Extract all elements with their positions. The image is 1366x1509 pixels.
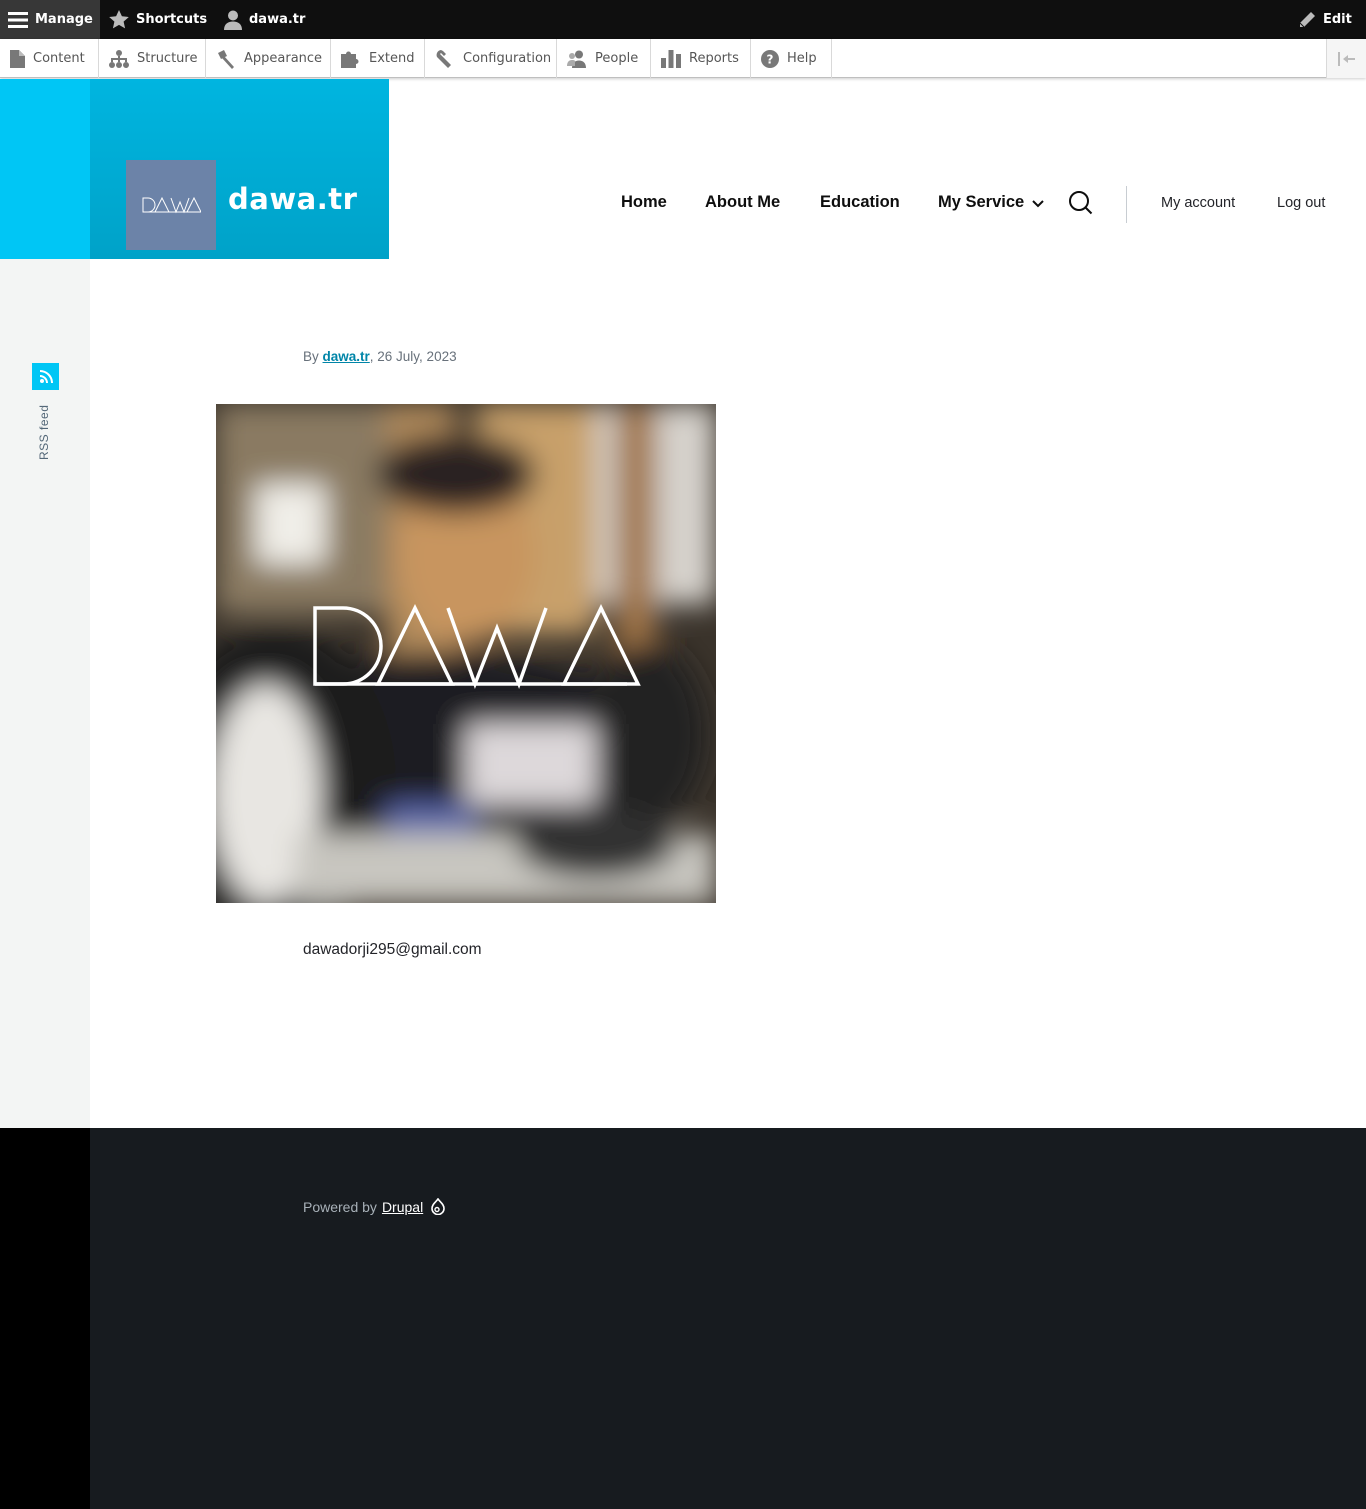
star-icon: [109, 10, 129, 29]
log-out-link[interactable]: Log out: [1277, 195, 1325, 211]
nav-my-service[interactable]: My Service: [938, 193, 1024, 212]
tray-item-extend[interactable]: Extend: [331, 39, 425, 78]
branding-bar: [0, 79, 90, 259]
hamburger-icon: [8, 11, 28, 28]
powered-by-label: Powered by: [303, 1198, 377, 1215]
sitemap-icon: [109, 49, 129, 68]
admin-toolbar: Manage Shortcuts dawa.tr Edit: [0, 0, 1366, 39]
help-icon: ?: [761, 49, 779, 68]
tray-item-structure[interactable]: Structure: [99, 39, 206, 78]
tray-label: Content: [33, 51, 85, 66]
my-account-link[interactable]: My account: [1161, 195, 1235, 211]
nav-about-me[interactable]: About Me: [705, 193, 780, 212]
site-name[interactable]: dawa.tr: [228, 182, 357, 216]
svg-text:?: ?: [767, 52, 774, 66]
tray-label: People: [595, 51, 639, 66]
wrench-icon: [436, 49, 451, 68]
article-date: , 26 July, 2023: [369, 349, 457, 364]
powered-by: Powered by Drupal: [303, 1198, 445, 1215]
nav-divider: [1126, 186, 1127, 223]
tray-label: Extend: [369, 51, 415, 66]
footer-gutter: [0, 1128, 90, 1509]
tray-item-help[interactable]: ? Help: [751, 39, 832, 78]
tray-orientation-toggle[interactable]: [1326, 39, 1366, 78]
by-label: By: [303, 349, 323, 364]
tray-label: Help: [787, 51, 817, 66]
user-tab[interactable]: dawa.tr: [224, 0, 305, 39]
admin-tray: Content Structure Appearance Extend Conf…: [0, 39, 1366, 78]
dawa-logo-icon: [142, 196, 201, 214]
people-icon: [567, 50, 586, 68]
tray-item-appearance[interactable]: Appearance: [206, 39, 331, 78]
nav-education[interactable]: Education: [820, 193, 900, 212]
puzzle-icon: [341, 51, 359, 68]
user-icon: [224, 10, 242, 30]
tray-label: Appearance: [244, 51, 323, 66]
collapse-arrow-icon: [1337, 51, 1355, 66]
shortcuts-label: Shortcuts: [136, 12, 208, 27]
manage-tab[interactable]: Manage: [0, 0, 100, 39]
article-meta: By dawa.tr, 26 July, 2023: [303, 349, 457, 364]
pencil-icon: [1299, 11, 1315, 27]
rss-feed-label[interactable]: RSS feed: [37, 405, 51, 460]
edit-label: Edit: [1323, 12, 1352, 27]
shortcuts-tab[interactable]: Shortcuts: [109, 0, 207, 39]
drupal-link[interactable]: Drupal: [382, 1199, 423, 1215]
site-footer: Powered by Drupal: [90, 1128, 1366, 1509]
rss-icon: [39, 369, 53, 383]
search-icon[interactable]: [1068, 190, 1094, 216]
tray-label: Structure: [137, 51, 198, 66]
nav-home[interactable]: Home: [621, 193, 667, 212]
tray-label: Reports: [689, 51, 739, 66]
site-branding: dawa.tr: [90, 79, 389, 259]
edit-toggle-button[interactable]: Edit: [1298, 0, 1352, 39]
contact-email: dawadorji295@gmail.com: [303, 941, 482, 958]
drupal-drop-icon: [431, 1198, 445, 1215]
user-label: dawa.tr: [249, 12, 306, 27]
chevron-down-icon[interactable]: [1032, 200, 1044, 208]
rss-feed-button[interactable]: [32, 363, 59, 390]
tray-item-people[interactable]: People: [557, 39, 651, 78]
bar-chart-icon: [661, 49, 681, 68]
tray-item-content[interactable]: Content: [0, 39, 99, 78]
article-image: [216, 404, 716, 903]
file-icon: [10, 49, 25, 68]
site-logo[interactable]: [126, 160, 216, 250]
tray-item-reports[interactable]: Reports: [651, 39, 751, 78]
tray-label: Configuration: [463, 51, 552, 66]
paintbrush-icon: [218, 49, 234, 69]
author-link[interactable]: dawa.tr: [323, 349, 370, 364]
manage-label: Manage: [35, 12, 93, 27]
blurred-photo-with-dawa-logo: [216, 404, 716, 903]
tray-item-configuration[interactable]: Configuration: [425, 39, 557, 78]
